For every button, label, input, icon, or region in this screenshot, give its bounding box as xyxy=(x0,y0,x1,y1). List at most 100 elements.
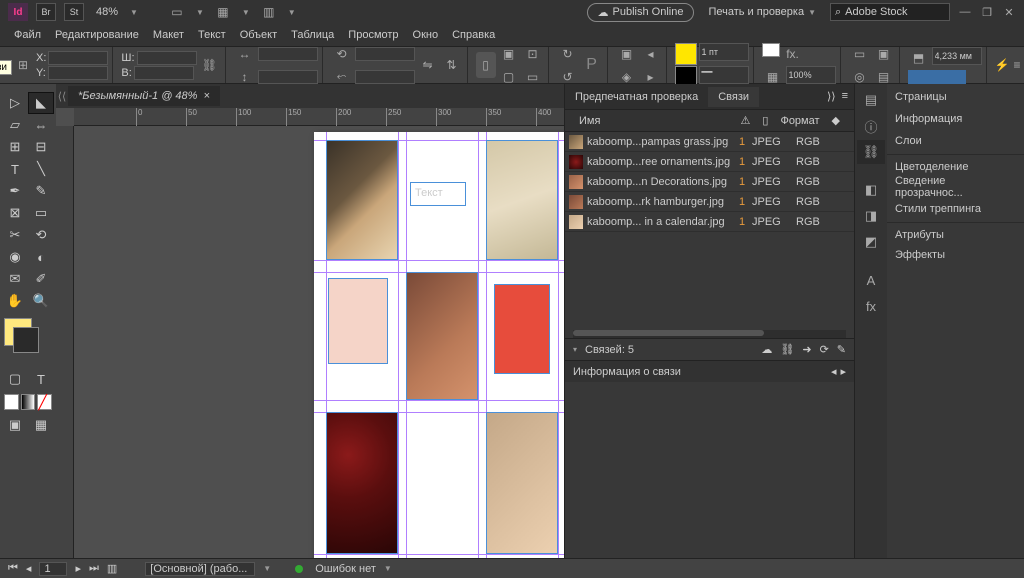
note-tool[interactable]: ✉ xyxy=(2,268,28,290)
center-content-icon[interactable]: ⊡ xyxy=(522,43,544,65)
format-container-icon[interactable]: ▢ xyxy=(2,368,28,390)
line-tool[interactable]: ╲ xyxy=(28,158,54,180)
content-collector-tool[interactable]: ⊞ xyxy=(2,136,28,158)
bridge-icon[interactable]: Br xyxy=(36,3,56,21)
fill-stroke-swatch[interactable] xyxy=(4,318,32,346)
transform-tool[interactable]: ⟲ xyxy=(28,224,54,246)
link-row[interactable]: kaboomp...pampas grass.jpg1JPEGRGB xyxy=(565,132,854,152)
relink-icon[interactable]: ⛓ xyxy=(780,343,794,356)
ruler-vertical[interactable] xyxy=(56,126,74,578)
select-prev-icon[interactable]: ◂ xyxy=(640,43,662,65)
pen-tool[interactable]: ✒ xyxy=(2,180,28,202)
view-normal-icon[interactable]: ▣ xyxy=(2,414,28,436)
maximize-icon[interactable]: ❐ xyxy=(980,5,994,19)
scissors-tool[interactable]: ✂ xyxy=(2,224,28,246)
pencil-tool[interactable]: ✎ xyxy=(28,180,54,202)
screen-mode-icon[interactable]: ▥ xyxy=(258,1,280,23)
open-spread-icon[interactable]: ▥ xyxy=(107,562,117,575)
menu-text[interactable]: Текст xyxy=(192,27,232,43)
relink-cc-icon[interactable]: ☁ xyxy=(761,343,772,356)
h-input[interactable] xyxy=(134,66,194,80)
goto-link-icon[interactable]: ➜ xyxy=(802,343,811,356)
apply-none-icon[interactable]: ╱ xyxy=(37,394,52,410)
menu-table[interactable]: Таблица xyxy=(285,27,340,43)
tab-links[interactable]: Связи xyxy=(708,87,759,107)
zoom-tool[interactable]: 🔍 xyxy=(28,290,54,312)
dock-layers[interactable]: Слои xyxy=(887,130,1024,152)
opacity-input[interactable] xyxy=(786,66,836,84)
last-page-icon[interactable]: ⏭ xyxy=(89,562,99,575)
col-warn-icon[interactable]: ⚠ xyxy=(735,114,757,127)
dock-attrs[interactable]: Атрибуты xyxy=(887,222,1024,244)
chevron-down-icon[interactable]: ▼ xyxy=(130,8,138,17)
link-row[interactable]: kaboomp...ree ornaments.jpg1JPEGRGB xyxy=(565,152,854,172)
prev-page-icon[interactable]: ◂ xyxy=(26,562,32,575)
quick-apply-icon[interactable]: ⚡ xyxy=(995,54,1010,76)
col-color-icon[interactable]: ◆ xyxy=(826,114,846,127)
ruler-horizontal[interactable]: 050100150200250300350400 xyxy=(74,108,564,126)
image-frame[interactable] xyxy=(406,272,478,400)
collapse-panel-icon[interactable]: ⟩⟩ xyxy=(827,90,836,103)
gradient-preview[interactable] xyxy=(908,70,966,84)
p-icon[interactable]: P xyxy=(581,54,603,76)
wrap-none-icon[interactable]: ▭ xyxy=(849,43,871,65)
image-frame[interactable] xyxy=(326,412,398,554)
image-frame[interactable] xyxy=(486,140,558,260)
apply-color-icon[interactable] xyxy=(4,394,19,410)
preflight-status[interactable]: Ошибок нет xyxy=(315,563,376,575)
rotate-input[interactable] xyxy=(355,47,415,61)
links-expand-icon[interactable]: ▾ xyxy=(573,345,577,354)
effects-target-icon[interactable] xyxy=(762,43,780,57)
canvas[interactable]: Текст xyxy=(74,126,564,578)
content-aware-icon[interactable]: ▯ xyxy=(476,52,496,78)
panel-menu-icon[interactable]: ≡ xyxy=(842,90,848,103)
link-row[interactable]: kaboomp...rk hamburger.jpg1JPEGRGB xyxy=(565,192,854,212)
update-link-icon[interactable]: ⟳ xyxy=(820,343,829,356)
rotate-cw-icon[interactable]: ↻ xyxy=(557,43,579,65)
links-scrollbar[interactable] xyxy=(573,330,764,336)
content-placer-tool[interactable]: ⊟ xyxy=(28,136,54,158)
info-icon[interactable]: ⓘ xyxy=(857,114,885,138)
gradient-swatch-tool[interactable]: ◉ xyxy=(2,246,28,268)
attributes-icon[interactable]: A xyxy=(857,268,885,292)
pages-icon[interactable]: ▤ xyxy=(857,88,885,112)
trap-icon[interactable]: ◩ xyxy=(857,230,885,254)
flattener-icon[interactable]: ◨ xyxy=(857,204,885,228)
menu-file[interactable]: Файл xyxy=(8,27,47,43)
hand-tool[interactable]: ✋ xyxy=(2,290,28,312)
menu-view[interactable]: Просмотр xyxy=(342,27,404,43)
y-input[interactable] xyxy=(48,66,108,80)
dock-fx[interactable]: Эффекты xyxy=(887,244,1024,266)
menu-window[interactable]: Окно xyxy=(407,27,445,43)
select-container-icon[interactable]: ▣ xyxy=(616,43,638,65)
link-next-icon[interactable]: ▸ xyxy=(840,365,846,378)
type-tool[interactable]: T xyxy=(2,158,28,180)
corner-icon[interactable]: ⬒ xyxy=(908,47,930,69)
corner-input[interactable] xyxy=(932,47,982,65)
zoom-indicator[interactable]: 48% xyxy=(92,6,122,18)
format-text-icon[interactable]: T xyxy=(28,368,54,390)
direct-selection-tool[interactable]: ◣ xyxy=(28,92,54,114)
arrange-icon[interactable]: ▦ xyxy=(212,1,234,23)
style-status[interactable]: [Основной] (рабо... xyxy=(145,562,255,576)
wrap-bbox-icon[interactable]: ▣ xyxy=(873,43,895,65)
edit-original-icon[interactable]: ✎ xyxy=(837,343,846,356)
col-format[interactable]: Формат xyxy=(774,115,825,127)
dock-trap[interactable]: Стили треппинга xyxy=(887,198,1024,220)
w-input[interactable] xyxy=(137,51,197,65)
link-row[interactable]: kaboomp...n Decorations.jpg1JPEGRGB xyxy=(565,172,854,192)
image-frame[interactable] xyxy=(486,412,558,554)
col-page-icon[interactable]: ▯ xyxy=(756,114,774,127)
separations-icon[interactable]: ◧ xyxy=(857,178,885,202)
image-frame[interactable] xyxy=(326,140,398,260)
collapse-left-icon[interactable]: ⟨⟨ xyxy=(56,90,68,103)
menu-edit[interactable]: Редактирование xyxy=(49,27,145,43)
first-page-icon[interactable]: ⏮ xyxy=(8,562,18,575)
gradient-feather-tool[interactable]: ◐ xyxy=(28,246,54,268)
view-preview-icon[interactable]: ▦ xyxy=(28,414,54,436)
selection-tool[interactable]: ▷ xyxy=(2,92,28,114)
next-page-icon[interactable]: ▸ xyxy=(75,562,81,575)
flip-h-icon[interactable]: ⇋ xyxy=(417,54,439,76)
dock-separations[interactable]: Цветоделение xyxy=(887,154,1024,176)
print-check-menu[interactable]: Печать и проверка▼ xyxy=(702,6,822,18)
